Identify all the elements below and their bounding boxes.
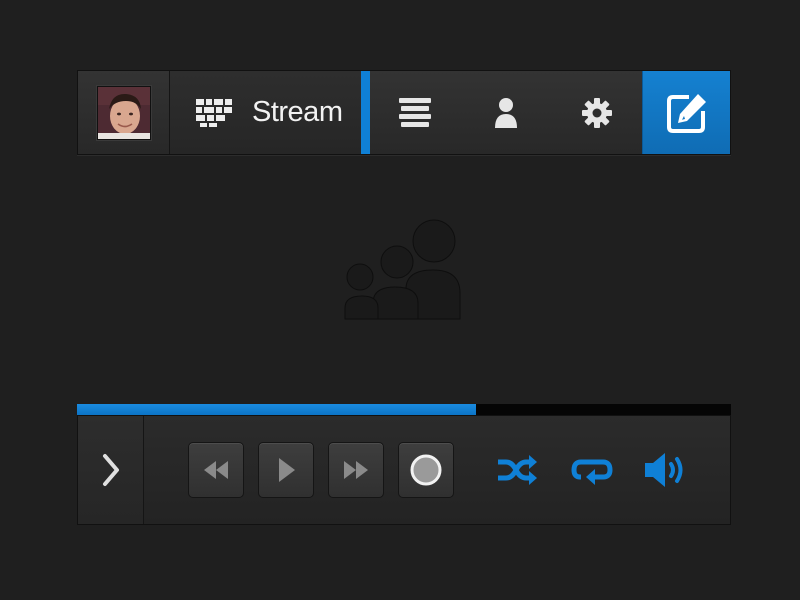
rewind-button[interactable]	[188, 442, 244, 498]
fast-forward-icon	[344, 461, 368, 479]
player-controls	[77, 415, 731, 525]
top-navigation-bar: Stream	[77, 70, 731, 155]
stream-grid-icon	[196, 98, 232, 127]
list-icon	[399, 97, 432, 127]
people-group-icon	[344, 219, 461, 320]
active-tab-indicator	[361, 71, 370, 154]
record-button[interactable]	[398, 442, 454, 498]
record-icon	[410, 454, 442, 486]
avatar[interactable]	[96, 85, 151, 140]
chevron-right-icon	[102, 454, 119, 486]
play-button[interactable]	[258, 442, 314, 498]
profile-icon	[495, 97, 517, 128]
avatar-cell[interactable]	[78, 71, 170, 154]
stream-label: Stream	[252, 96, 343, 128]
shuffle-icon	[498, 455, 537, 485]
compose-icon	[666, 93, 706, 133]
nav-icon-group	[370, 71, 642, 154]
list-button[interactable]	[370, 71, 461, 154]
expand-button[interactable]	[78, 416, 144, 524]
fast-forward-button[interactable]	[328, 442, 384, 498]
profile-button[interactable]	[461, 71, 552, 154]
rewind-icon	[204, 461, 228, 479]
settings-button[interactable]	[551, 71, 642, 154]
play-icon	[279, 458, 295, 482]
compose-button[interactable]	[642, 71, 730, 154]
progress-fill	[77, 404, 476, 415]
repeat-button[interactable]	[567, 445, 617, 495]
repeat-icon	[571, 459, 613, 485]
volume-button[interactable]	[642, 445, 692, 495]
volume-icon	[645, 453, 683, 487]
shuffle-button[interactable]	[492, 445, 542, 495]
progress-bar[interactable]	[77, 404, 731, 415]
stream-tab[interactable]: Stream	[170, 71, 370, 154]
gear-icon	[581, 97, 612, 128]
